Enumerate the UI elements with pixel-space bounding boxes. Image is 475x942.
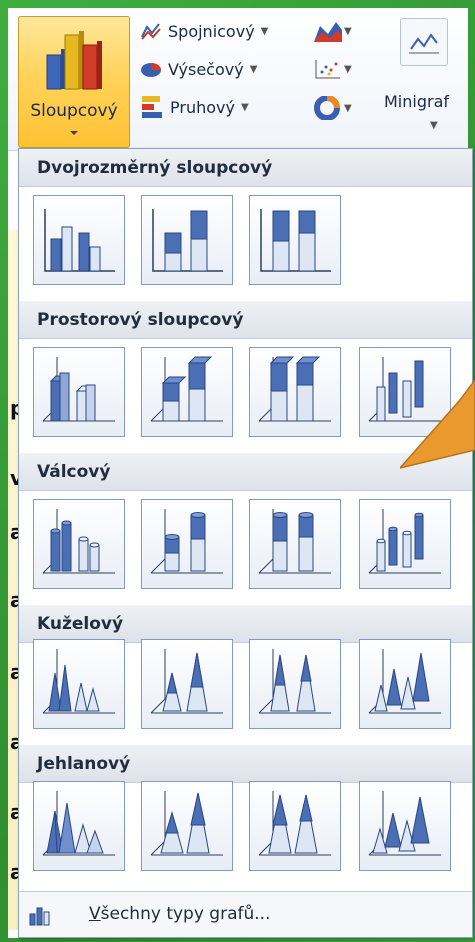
column-chart-icon [46, 31, 102, 90]
section-header-pyramid: Jehlanový [19, 745, 472, 783]
sparkline-icon [409, 33, 439, 54]
dropdown-arrow-icon: ▼ [240, 101, 249, 113]
chart-thumb-stacked-cylinder[interactable] [141, 499, 233, 589]
area-chart-button[interactable]: ▼ [314, 20, 352, 42]
column-chart-button[interactable]: Sloupcový [18, 16, 130, 148]
100-stacked-cone-icon [258, 649, 331, 714]
line-chart-icon [141, 23, 161, 40]
chart-thumb-clustered-column[interactable] [33, 195, 125, 285]
clustered-cone-icon [42, 649, 115, 714]
chart-thumb-3d-pyramid[interactable] [359, 781, 451, 871]
dropdown-arrow-icon: ▼ [249, 63, 258, 75]
stacked-cone-icon [150, 649, 223, 714]
pie-chart-label: Výsečový [168, 59, 244, 79]
line-chart-button[interactable]: Spojnicový ▼ [140, 18, 268, 44]
accelerator-key: V [89, 904, 101, 924]
doughnut-chart-icon [314, 96, 340, 120]
chart-thumb-3d-stacked-column[interactable] [141, 347, 233, 437]
stacked-pyramid-icon [150, 791, 223, 856]
column-chart-label: Sloupcový [30, 101, 118, 121]
dropdown-arrow-icon: ▼ [344, 63, 352, 75]
chart-thumb-stacked-cone[interactable] [141, 639, 233, 729]
other-charts-button[interactable]: ▼ [314, 96, 352, 120]
chart-thumb-stacked-column[interactable] [141, 195, 233, 285]
chart-thumb-3d-clustered-column[interactable] [33, 347, 125, 437]
chevron-down-icon: ▼ [430, 120, 438, 131]
chart-thumb-stacked-pyramid[interactable] [141, 781, 233, 871]
3d-clustered-column-icon [42, 357, 115, 422]
scatter-chart-icon [315, 60, 340, 79]
3d-100-stacked-column-icon [258, 356, 331, 422]
sparkline-label: Minigraf [384, 92, 450, 111]
chart-type-gallery: Dvojrozměrný sloupcový Prostorový sloupc… [18, 148, 473, 938]
chart-thumb-clustered-pyramid[interactable] [33, 781, 125, 871]
ribbon-charts-group: Sloupcový Spojnicový ▼ Výsečový ▼ Pruhový ▼… [8, 8, 468, 151]
stacked-column-icon [152, 209, 223, 272]
3d-cylinder-icon [368, 509, 441, 574]
line-chart-label: Spojnicový [168, 21, 255, 41]
all-chart-types-label: Všechny typy grafů... [89, 904, 270, 924]
3d-cone-icon [368, 649, 441, 714]
pie-chart-button[interactable]: Výsečový ▼ [140, 56, 257, 82]
chart-types-icon [29, 907, 50, 926]
chart-thumb-3d-100-stacked-column[interactable] [249, 347, 341, 437]
pie-chart-icon [141, 63, 161, 77]
clustered-cylinder-icon [42, 509, 115, 574]
100-stacked-column-icon [260, 209, 331, 272]
3d-stacked-column-icon [150, 356, 223, 422]
chart-thumb-100-stacked-pyramid[interactable] [249, 781, 341, 871]
clustered-column-icon [44, 209, 115, 272]
all-chart-types-text: šechny typy grafů... [100, 904, 271, 924]
chart-thumb-3d-cone[interactable] [359, 639, 451, 729]
100-stacked-cylinder-icon [258, 509, 331, 574]
all-chart-types-link[interactable]: Všechny typy grafů... [19, 891, 472, 937]
section-header-cone: Kuželový [19, 605, 472, 643]
section-header-2d-column: Dvojrozměrný sloupcový [19, 149, 472, 187]
dropdown-arrow-icon: ▼ [344, 102, 352, 114]
chart-thumb-100-stacked-cone[interactable] [249, 639, 341, 729]
chart-thumb-clustered-cylinder[interactable] [33, 499, 125, 589]
chart-thumb-100-stacked-cylinder[interactable] [249, 499, 341, 589]
bar-chart-label: Pruhový [170, 97, 235, 117]
callout-pointer-shape [400, 380, 475, 469]
clustered-pyramid-icon [42, 791, 115, 856]
section-header-3d-column: Prostorový sloupcový [19, 301, 472, 339]
100-stacked-pyramid-icon [258, 791, 331, 856]
stacked-cylinder-icon [150, 509, 223, 574]
bar-chart-button[interactable]: Pruhový ▼ [140, 94, 249, 120]
3d-pyramid-icon [368, 791, 441, 856]
chart-thumb-100-stacked-column[interactable] [249, 195, 341, 285]
chart-thumb-clustered-cone[interactable] [33, 639, 125, 729]
scatter-chart-button[interactable]: ▼ [314, 58, 352, 80]
chevron-down-icon [70, 131, 78, 135]
chart-thumb-3d-cylinder[interactable] [359, 499, 451, 589]
area-chart-icon [314, 22, 342, 42]
dropdown-arrow-icon: ▼ [260, 25, 269, 37]
bar-chart-icon [142, 96, 162, 118]
dropdown-arrow-icon: ▼ [344, 25, 352, 37]
sparkline-button[interactable] [400, 18, 448, 66]
